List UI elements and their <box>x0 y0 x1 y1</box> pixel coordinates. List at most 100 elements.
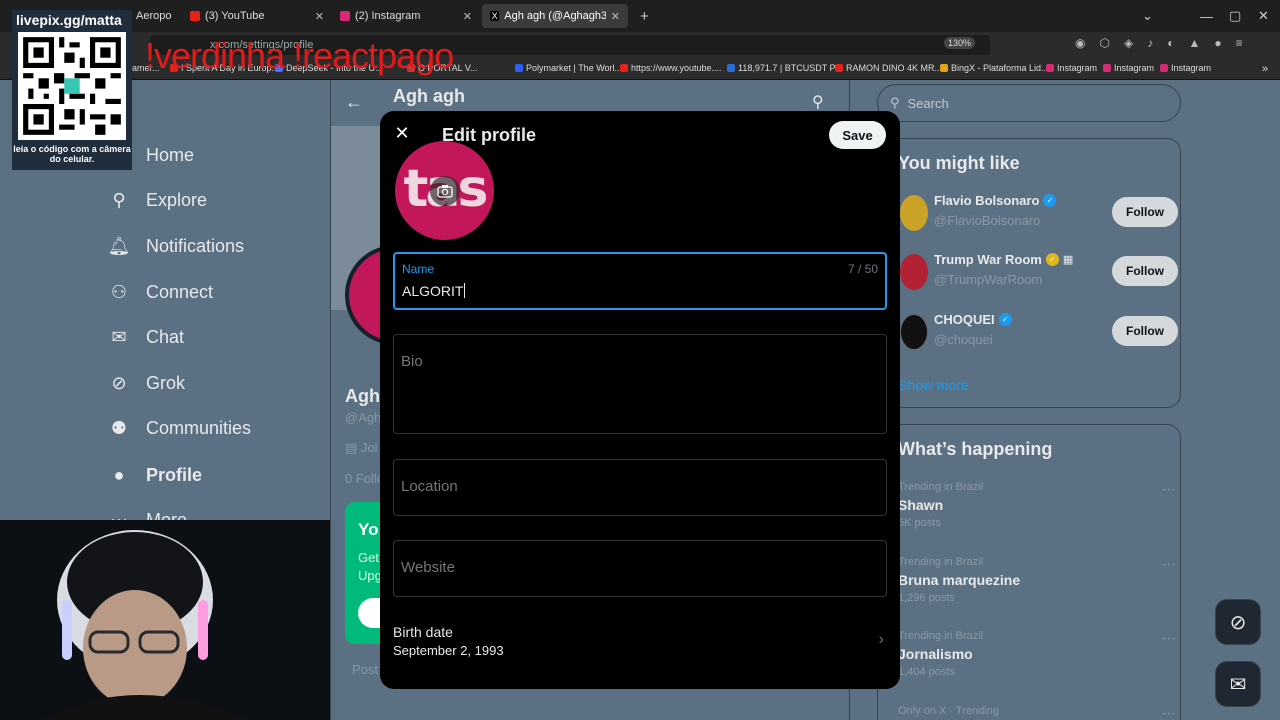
bookmark-item[interactable]: https://www.youtube.... <box>620 63 722 73</box>
qr-title: livepix.gg/matta <box>16 12 122 28</box>
avatar <box>900 254 928 290</box>
trend-item[interactable]: Trending in Brazil Jornalismo 1,404 post… <box>898 630 1178 678</box>
bio-placeholder: Bio <box>401 353 423 370</box>
nav-grok[interactable]: ⊘ Grok <box>108 372 185 394</box>
bio-field[interactable]: Bio <box>393 334 887 434</box>
follow-button[interactable]: Follow <box>1112 316 1178 346</box>
profile-header-title: Agh agh <box>393 86 465 106</box>
instagram-icon <box>340 11 350 21</box>
nav-notifications[interactable]: 🔔︎ Notifications <box>108 235 244 257</box>
stream-command-text: !verdinha !reactpago <box>145 35 454 76</box>
extension-icon[interactable]: ◉ <box>1075 36 1085 50</box>
trend-item[interactable]: Trending in Brazil Bruna marquezine 1,29… <box>898 556 1178 604</box>
tab-posts[interactable]: Post <box>352 662 378 677</box>
person-add-icon: ⚇ <box>110 281 128 302</box>
bookmark-item[interactable]: Instagram <box>1160 63 1211 73</box>
bookmark-item[interactable]: 118,971.7 | BTCUSDT P... <box>727 63 842 73</box>
flag-icon: ▦ <box>1062 254 1074 266</box>
more-bookmarks-icon[interactable]: » <box>1262 63 1268 75</box>
webcam-feed <box>0 520 330 720</box>
close-icon[interactable]: ✕ <box>392 123 412 143</box>
screen: Aeropo (3) YouTube ✕ (2) Instagram ✕ X A… <box>0 0 1280 720</box>
new-tab-button[interactable]: + <box>632 4 654 28</box>
tab-instagram[interactable]: (2) Instagram ✕ <box>332 4 480 28</box>
mail-icon: ✉ <box>1229 673 1247 696</box>
more-options-icon[interactable]: ⋯ <box>1162 556 1176 573</box>
add-photo-camera-icon[interactable] <box>430 176 460 206</box>
bookmark-item[interactable]: Instagram <box>1103 63 1154 73</box>
suggestion-row[interactable]: Flavio Bolsonaro ✓ @FlavioBolsonaro Follo… <box>900 193 1180 233</box>
following-count[interactable]: 0 Follo <box>345 471 384 486</box>
messages-float-button[interactable]: ✉ <box>1215 661 1261 707</box>
website-field[interactable]: Website <box>393 540 887 597</box>
search-icon: ⚲ <box>890 95 900 110</box>
back-arrow-icon[interactable]: ← <box>345 92 363 113</box>
close-tab-icon[interactable]: ✕ <box>463 10 472 23</box>
tab-list-icon[interactable]: ⌄ <box>1142 0 1153 32</box>
close-tab-icon[interactable]: ✕ <box>315 10 324 23</box>
avatar <box>900 195 928 231</box>
nav-communities[interactable]: ⚉ Communities <box>108 417 251 439</box>
suggestion-row[interactable]: CHOQUEI ✓ @choquei Follow <box>900 312 1180 352</box>
chevron-right-icon[interactable]: › <box>879 631 884 649</box>
location-field[interactable]: Location <box>393 459 887 516</box>
search-icon: ⚲ <box>112 189 126 210</box>
follow-button[interactable]: Follow <box>1112 197 1178 227</box>
name-field[interactable]: Name 7 / 50 ALGORIT <box>393 252 887 310</box>
search-input[interactable]: ⚲ Search <box>877 84 1181 122</box>
qr-code-icon <box>18 32 126 140</box>
zoom-indicator[interactable]: 130% <box>944 37 976 49</box>
whats-happening-card: What’s happening Trending in Brazil Shaw… <box>877 424 1181 720</box>
nav-chat[interactable]: ✉ Chat <box>108 326 184 348</box>
suggestion-row[interactable]: Trump War Room ✓ ▦ @TrumpWarRoom Follow <box>900 252 1180 292</box>
extension-icon[interactable]: ◐ <box>1167 36 1174 50</box>
youtube-icon <box>190 11 200 21</box>
bookmark-item[interactable]: BingX - Plataforma Lid... <box>940 63 1049 73</box>
extension-icon[interactable]: ◈ <box>1124 36 1133 50</box>
tab-label: (2) Instagram <box>355 10 421 22</box>
browser-tab-bar: Aeropo (3) YouTube ✕ (2) Instagram ✕ X A… <box>0 0 1280 32</box>
tab-label: Agh agh (@Aghagh383873) / X <box>504 10 606 22</box>
trend-item[interactable]: Only on X · Trending ⋯ <box>898 705 1178 720</box>
more-options-icon[interactable]: ⋯ <box>1162 705 1176 720</box>
minimize-button[interactable]: — <box>1200 0 1213 32</box>
grok-float-button[interactable]: ⊘ <box>1215 599 1261 645</box>
speaker-icon[interactable]: ♪ <box>1147 36 1153 50</box>
verified-icon: ✓ <box>998 313 1012 326</box>
grok-icon: ⊘ <box>111 372 127 393</box>
bookmark-item[interactable]: RAMON DINO 4K MR.... <box>835 63 945 73</box>
communities-icon: ⚉ <box>110 417 128 438</box>
save-button[interactable]: Save <box>829 121 886 149</box>
joined-date: ▤ Joi <box>345 440 378 455</box>
profile-icon: ● <box>113 464 125 485</box>
more-options-icon[interactable]: ⋯ <box>1162 481 1176 498</box>
extension-icon[interactable]: ● <box>1214 36 1221 50</box>
name-input[interactable]: ALGORIT <box>402 283 466 299</box>
trend-item[interactable]: Trending in Brazil Shawn 5K posts ⋯ <box>898 481 1178 529</box>
nav-profile[interactable]: ● Profile <box>108 464 202 486</box>
nav-connect[interactable]: ⚇ Connect <box>108 281 213 303</box>
tab-youtube[interactable]: (3) YouTube ✕ <box>182 4 332 28</box>
birth-date-label[interactable]: Birth date <box>393 624 453 640</box>
maximize-button[interactable]: ▢ <box>1229 0 1241 32</box>
search-icon[interactable]: ⚲ <box>812 92 824 112</box>
nav-explore[interactable]: ⚲ Explore <box>108 189 207 211</box>
show-more-link[interactable]: Show more <box>898 377 969 393</box>
profile-photo[interactable]: tas <box>395 141 494 240</box>
verified-gold-icon: ✓ <box>1045 253 1059 266</box>
bookmark-item[interactable]: Instagram <box>1046 63 1097 73</box>
extension-icon[interactable]: ▲ <box>1188 36 1200 50</box>
tab-x-profile[interactable]: X Agh agh (@Aghagh383873) / X ✕ <box>482 4 628 28</box>
who-to-follow-card: You might like Flavio Bolsonaro ✓ @Flavio… <box>877 138 1181 408</box>
profile-name: Agh <box>345 386 380 406</box>
tab-aeropo[interactable]: Aeropo <box>128 4 178 28</box>
extension-icon[interactable]: ⬡ <box>1099 36 1109 50</box>
more-options-icon[interactable]: ⋯ <box>1162 630 1176 647</box>
close-window-button[interactable]: ✕ <box>1258 0 1269 32</box>
close-tab-icon[interactable]: ✕ <box>611 10 620 23</box>
follow-button[interactable]: Follow <box>1112 256 1178 286</box>
card-title: What’s happening <box>898 439 1053 459</box>
text-caret <box>464 283 466 298</box>
menu-icon[interactable]: ≡ <box>1236 36 1243 50</box>
bookmark-item[interactable]: Polymarket | The Worl... <box>515 63 622 73</box>
